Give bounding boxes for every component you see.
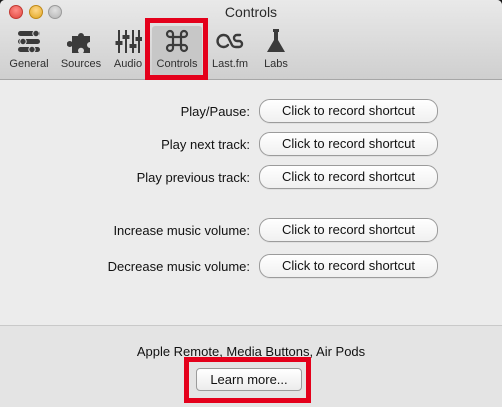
flask-icon (260, 26, 292, 56)
record-shortcut-button[interactable]: Click to record shortcut (259, 218, 438, 242)
shortcut-row-volume-up: Increase music volume: Click to record s… (0, 218, 502, 244)
tab-label: Sources (60, 58, 102, 70)
tab-controls[interactable]: Controls (152, 26, 202, 76)
tab-labs[interactable]: Labs (258, 26, 294, 76)
shortcut-label: Decrease music volume: (107, 259, 250, 274)
tab-label: Controls (156, 58, 198, 70)
tab-audio[interactable]: Audio (110, 26, 146, 76)
learn-more-button[interactable]: Learn more... (196, 368, 302, 391)
window-title: Controls (224, 4, 278, 20)
shortcut-row-play-pause: Play/Pause: Click to record shortcut (0, 99, 502, 125)
record-shortcut-button[interactable]: Click to record shortcut (259, 165, 438, 189)
lastfm-icon (214, 26, 246, 56)
footer-panel: Apple Remote, Media Buttons, Air Pods Le… (0, 325, 502, 407)
tab-general[interactable]: General (7, 26, 51, 76)
tab-label: Audio (113, 58, 143, 70)
shortcut-label: Increase music volume: (113, 223, 250, 238)
tab-label: Last.fm (211, 58, 249, 70)
tab-label: Labs (264, 58, 288, 70)
shortcut-row-volume-down: Decrease music volume: Click to record s… (0, 254, 502, 280)
record-shortcut-button[interactable]: Click to record shortcut (259, 132, 438, 156)
toolbar: Controls General Sources Audio Controls … (0, 0, 502, 80)
shortcut-row-previous-track: Play previous track: Click to record sho… (0, 165, 502, 191)
footer-description: Apple Remote, Media Buttons, Air Pods (136, 344, 366, 359)
general-icon (13, 26, 45, 56)
preferences-window: Controls General Sources Audio Controls … (0, 0, 502, 407)
shortcut-label: Play/Pause: (180, 104, 250, 119)
shortcut-label: Play next track: (161, 137, 250, 152)
puzzle-icon (65, 26, 97, 56)
shortcut-label: Play previous track: (136, 170, 250, 185)
shortcut-row-next-track: Play next track: Click to record shortcu… (0, 132, 502, 158)
tab-label: General (9, 58, 49, 70)
tab-lastfm[interactable]: Last.fm (208, 26, 252, 76)
command-icon (161, 26, 193, 56)
record-shortcut-button[interactable]: Click to record shortcut (259, 99, 438, 123)
record-shortcut-button[interactable]: Click to record shortcut (259, 254, 438, 278)
sliders-icon (112, 26, 144, 56)
tab-sources[interactable]: Sources (58, 26, 104, 76)
